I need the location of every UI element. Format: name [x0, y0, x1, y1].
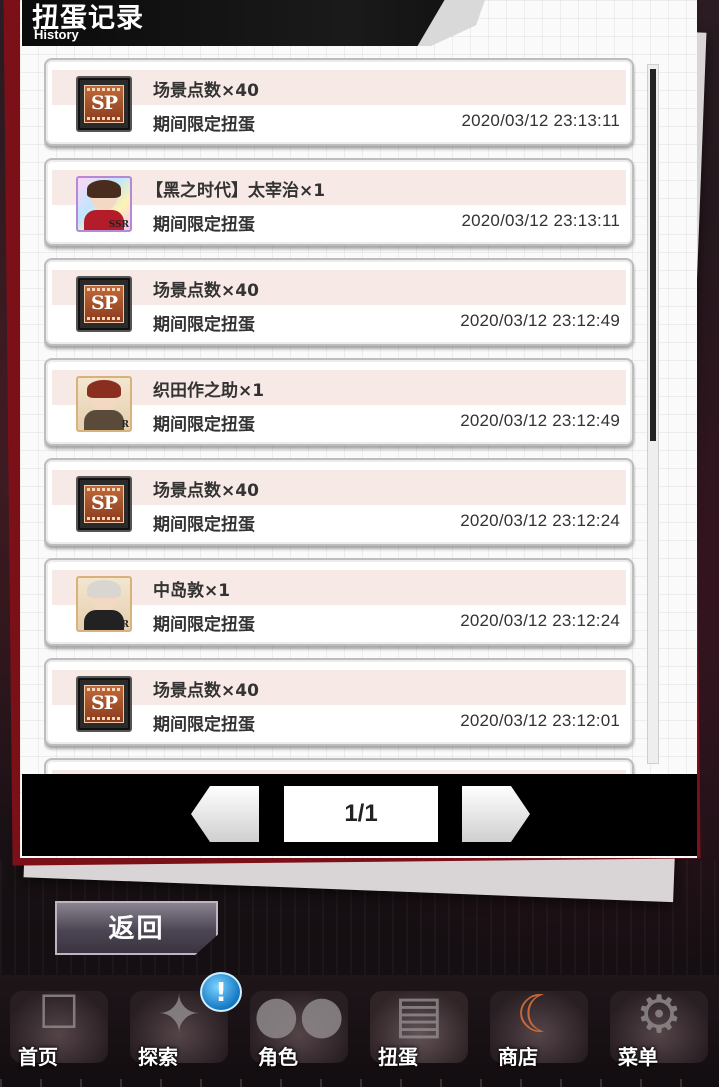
nav-item-characters[interactable]: ●● 角色: [244, 975, 354, 1081]
record-source: 期间限定扭蛋: [153, 315, 255, 335]
record-band: [52, 170, 626, 205]
notification-badge: !: [200, 972, 242, 1012]
record-source: 期间限定扭蛋: [153, 615, 255, 635]
record-band: [52, 670, 626, 705]
character-atsushi-r-icon: R: [76, 576, 132, 632]
history-record[interactable]: SP 场景点数×40 期间限定扭蛋 2020/03/12 23:12:24: [44, 458, 634, 546]
panel-header: 扭蛋记录 History: [22, 0, 482, 46]
sp-icon: SP: [76, 676, 132, 732]
history-record[interactable]: SSR 【黑之时代】太宰治×1 期间限定扭蛋 2020/03/12 23:13:…: [44, 158, 634, 246]
record-source: 期间限定扭蛋: [153, 515, 255, 535]
record-item-name: 场景点数×40: [153, 681, 259, 701]
nav-item-shop[interactable]: ☾ 商店: [484, 975, 594, 1081]
history-record[interactable]: SP 场景点数×40 期间限定扭蛋 2020/03/12 23:13:11: [44, 58, 634, 146]
record-band: [52, 270, 626, 305]
history-record[interactable]: SP 场景点数×40 期间限定扭蛋 2020/03/12 23:12:01: [44, 658, 634, 746]
shop-moon-icon: ☾: [515, 985, 563, 1045]
back-button[interactable]: 返回: [55, 901, 218, 955]
record-timestamp: 2020/03/12 23:13:11: [461, 111, 620, 130]
previous-page-arrow-icon[interactable]: [191, 786, 259, 842]
page-indicator: 1/1: [284, 786, 438, 842]
record-timestamp: 2020/03/12 23:12:01: [460, 711, 620, 730]
list-scrollbar[interactable]: [647, 64, 659, 764]
record-item-name: 【黑之时代】太宰治×1: [146, 181, 326, 201]
page-subtitle: History: [34, 27, 79, 42]
record-band: [52, 570, 626, 605]
sp-icon: SP: [76, 76, 132, 132]
record-item-name: 场景点数×40: [153, 481, 259, 501]
record-item-name: 中岛敦×1: [153, 581, 231, 601]
history-record[interactable]: SP 场景点数×40 期间限定扭蛋 2020/03/12 23:12:49: [44, 258, 634, 346]
record-source: 期间限定扭蛋: [153, 415, 255, 435]
pagination-bar: 1/1: [22, 774, 697, 856]
record-timestamp: 2020/03/12 23:12:24: [460, 611, 620, 630]
bottom-decoration: [0, 1079, 719, 1087]
sp-icon: SP: [76, 276, 132, 332]
bungo-stray-dogs-logo-icon: ☐: [38, 985, 80, 1039]
nav-item-gacha[interactable]: ▤ 扭蛋: [364, 975, 474, 1081]
record-source: 期间限定扭蛋: [153, 715, 255, 735]
gear-icon: ⚙: [635, 985, 683, 1045]
next-page-arrow-icon[interactable]: [462, 786, 530, 842]
record-source: 期间限定扭蛋: [153, 115, 255, 135]
record-item-name: 场景点数×40: [153, 281, 259, 301]
scrollbar-thumb[interactable]: [650, 69, 656, 441]
record-item-name: 场景点数×40: [153, 81, 259, 101]
record-timestamp: 2020/03/12 23:12:49: [460, 311, 620, 330]
sp-icon: SP: [76, 476, 132, 532]
history-record-partial[interactable]: [44, 758, 634, 774]
history-record[interactable]: R 织田作之助×1 期间限定扭蛋 2020/03/12 23:12:49: [44, 358, 634, 446]
rarity-label: R: [121, 620, 129, 630]
record-timestamp: 2020/03/12 23:13:11: [461, 211, 620, 230]
nav-item-home[interactable]: ☐ 首页: [4, 975, 114, 1081]
record-source: 期间限定扭蛋: [153, 215, 255, 235]
character-dazai-ssr-icon: SSR: [76, 176, 132, 232]
character-oda-r-icon: R: [76, 376, 132, 432]
record-band: [52, 470, 626, 505]
record-band: [52, 370, 626, 405]
bottom-nav: ☐ 首页 ✦ 探索 ●● 角色 ▤ 扭蛋 ☾ 商店 ⚙ 菜单: [0, 975, 719, 1087]
record-band: [52, 70, 626, 105]
characters-icon: ●●: [253, 985, 345, 1045]
record-item-name: 织田作之助×1: [153, 381, 265, 401]
history-list[interactable]: SP 场景点数×40 期间限定扭蛋 2020/03/12 23:13:11 SS…: [44, 58, 636, 774]
rarity-label: R: [121, 420, 129, 430]
record-timestamp: 2020/03/12 23:12:24: [460, 511, 620, 530]
record-timestamp: 2020/03/12 23:12:49: [460, 411, 620, 430]
gacha-book-icon: ▤: [394, 985, 444, 1045]
rarity-label: SSR: [108, 220, 129, 230]
nav-item-menu[interactable]: ⚙ 菜单: [604, 975, 714, 1081]
history-record[interactable]: R 中岛敦×1 期间限定扭蛋 2020/03/12 23:12:24: [44, 558, 634, 646]
